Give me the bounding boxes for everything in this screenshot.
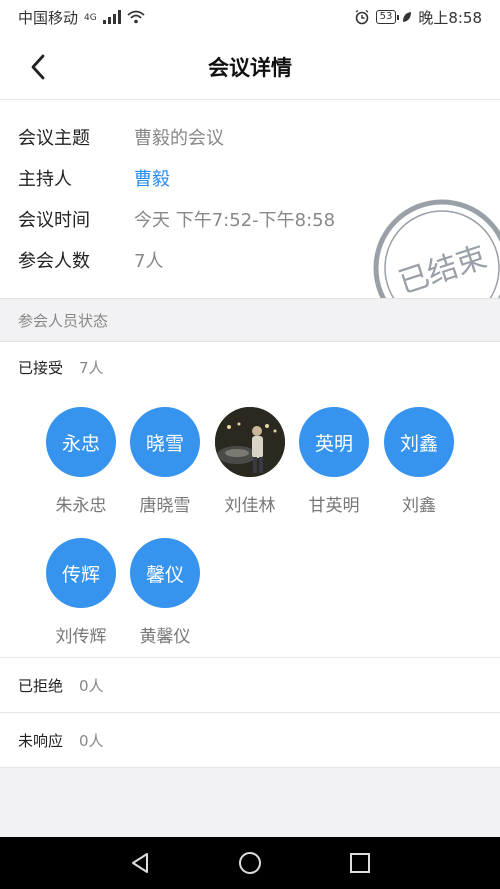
square-recents-icon: [350, 853, 370, 873]
time-row: 会议时间 今天 下午7:52-下午8:58: [18, 199, 335, 239]
host-row: 主持人 曹毅: [18, 158, 170, 198]
rejected-count: 0人: [79, 677, 104, 695]
system-recents-button[interactable]: [345, 848, 375, 878]
attendee-name: 朱永忠: [55, 496, 107, 516]
accepted-panel: 已接受 7人 永忠 朱永忠 晓雪 唐晓雪 刘佳林 英明 甘英明 刘鑫 刘鑫 传辉…: [0, 342, 500, 658]
avatar: 晓雪: [130, 407, 200, 477]
battery-icon: 53: [375, 10, 400, 24]
count-label: 参会人数: [18, 251, 90, 272]
photo-avatar: [215, 407, 285, 477]
topic-label: 会议主题: [18, 128, 90, 149]
alarm-icon: [355, 9, 368, 25]
attendee-item[interactable]: 永忠 朱永忠: [39, 407, 123, 516]
section-title: 参会人员状态: [18, 311, 109, 330]
leaf-icon: [403, 12, 412, 22]
attendee-name: 刘佳林: [224, 496, 276, 516]
page-title: 会议详情: [208, 56, 292, 80]
attendee-name: 刘鑫: [402, 496, 436, 516]
attendee-item[interactable]: 刘鑫 刘鑫: [377, 407, 461, 516]
attendee-item[interactable]: 刘佳林: [208, 407, 292, 516]
circle-home-icon: [239, 852, 261, 874]
attendee-name: 唐晓雪: [139, 496, 191, 516]
attendee-name: 甘英明: [308, 496, 360, 516]
count-row: 参会人数 7人: [18, 240, 163, 280]
carrier-label: 中国移动: [18, 8, 79, 27]
no-response-label: 未响应: [18, 732, 64, 750]
person-photo-icon: [215, 407, 285, 477]
rejected-label: 已拒绝: [18, 677, 64, 695]
host-label: 主持人: [18, 169, 72, 190]
host-link[interactable]: 曹毅: [134, 165, 170, 191]
system-nav-bar: [0, 837, 500, 889]
time-value: 今天 下午7:52-下午8:58: [134, 210, 336, 231]
accepted-label: 已接受: [18, 359, 64, 377]
attendee-item[interactable]: 馨仪 黄馨仪: [123, 538, 207, 647]
attendee-name: 黄馨仪: [139, 627, 191, 647]
attendee-name: 刘传辉: [55, 627, 107, 647]
clock: 晚上8:58: [418, 8, 482, 27]
accepted-status: 已接受 7人: [18, 357, 104, 378]
avatar: 英明: [299, 407, 369, 477]
no-response-row: 未响应 0人: [0, 713, 500, 768]
time-label: 会议时间: [18, 210, 90, 231]
rejected-row: 已拒绝 0人: [0, 658, 500, 713]
header-bar: 会议详情: [0, 34, 500, 100]
status-bar: 中国移动 4G 53 晚上8:58: [0, 0, 500, 34]
attendee-item[interactable]: 英明 甘英明: [292, 407, 376, 516]
attendee-item[interactable]: 晓雪 唐晓雪: [123, 407, 207, 516]
meeting-info-panel: 会议主题 曹毅的会议 主持人 曹毅 会议时间 今天 下午7:52-下午8:58 …: [0, 100, 500, 298]
ended-stamp: 已结束: [373, 199, 500, 298]
signal-icon: [102, 10, 121, 24]
triangle-back-icon: [132, 853, 148, 873]
stamp-text: 已结束: [395, 240, 491, 298]
topic-row: 会议主题 曹毅的会议: [18, 117, 224, 157]
system-home-button[interactable]: [235, 848, 265, 878]
topic-value: 曹毅的会议: [134, 128, 224, 149]
avatar: 传辉: [46, 538, 116, 608]
avatar: 馨仪: [130, 538, 200, 608]
network-type: 4G: [84, 12, 97, 23]
avatar: 刘鑫: [384, 407, 454, 477]
avatar: 永忠: [46, 407, 116, 477]
accepted-count: 7人: [79, 359, 104, 377]
attendee-item[interactable]: 传辉 刘传辉: [39, 538, 123, 647]
no-response-count: 0人: [79, 732, 104, 750]
attendee-section-header: 参会人员状态: [0, 298, 500, 342]
count-value: 7人: [134, 251, 164, 272]
wifi-icon: [127, 10, 145, 24]
system-back-button[interactable]: [125, 848, 155, 878]
